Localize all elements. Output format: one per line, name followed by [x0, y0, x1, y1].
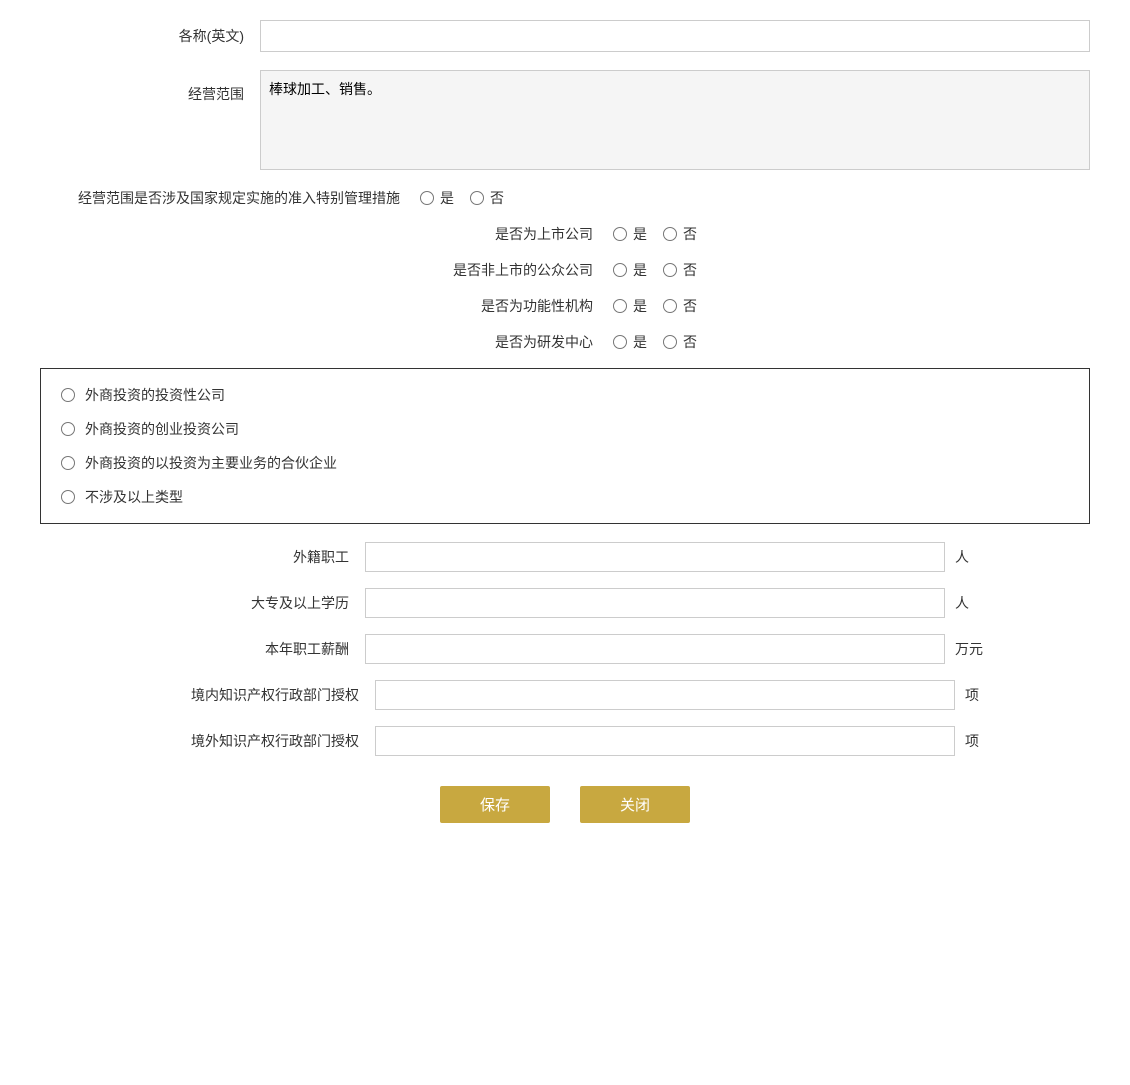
college-above-input[interactable]	[365, 588, 945, 618]
listed-company-yes-label[interactable]: 是	[613, 224, 647, 244]
foreign-employees-label: 外籍职工	[145, 547, 365, 567]
business-scope-textarea[interactable]: 棒球加工、销售。	[260, 70, 1090, 170]
listed-company-yes-radio[interactable]	[613, 227, 627, 241]
name-english-input[interactable]	[260, 20, 1090, 52]
special-management-radio-group: 是 否	[420, 188, 504, 208]
functional-institution-no-label[interactable]: 否	[663, 296, 697, 316]
annual-salary-unit: 万元	[945, 639, 985, 659]
rd-center-row: 是否为研发中心 是 否	[40, 332, 1090, 352]
functional-institution-yes-radio[interactable]	[613, 299, 627, 313]
special-management-yes-radio[interactable]	[420, 191, 434, 205]
listed-company-label: 是否为上市公司	[433, 224, 613, 244]
not-involved-text: 不涉及以上类型	[85, 487, 183, 507]
foreign-employees-unit: 人	[945, 547, 985, 567]
special-management-label: 经营范围是否涉及国家规定实施的准入特别管理措施	[40, 188, 420, 208]
investment-company-option[interactable]: 外商投资的投资性公司	[61, 385, 1069, 405]
not-involved-radio[interactable]	[61, 490, 75, 504]
button-row: 保存 关闭	[40, 786, 1090, 823]
close-button[interactable]: 关闭	[580, 786, 690, 823]
listed-company-no-label[interactable]: 否	[663, 224, 697, 244]
non-listed-public-radio-group: 是 否	[613, 260, 697, 280]
listed-company-yes-text: 是	[633, 224, 647, 244]
listed-company-radio-group: 是 否	[613, 224, 697, 244]
college-above-unit: 人	[945, 593, 985, 613]
foreign-ip-row: 境外知识产权行政部门授权 项	[40, 726, 1090, 756]
rd-center-yes-text: 是	[633, 332, 647, 352]
functional-institution-yes-label[interactable]: 是	[613, 296, 647, 316]
rd-center-yes-radio[interactable]	[613, 335, 627, 349]
annual-salary-input[interactable]	[365, 634, 945, 664]
venture-company-option[interactable]: 外商投资的创业投资公司	[61, 419, 1069, 439]
non-listed-public-no-text: 否	[683, 260, 697, 280]
domestic-ip-input[interactable]	[375, 680, 955, 710]
business-scope-row: 经营范围 棒球加工、销售。	[40, 70, 1090, 170]
non-listed-public-yes-radio[interactable]	[613, 263, 627, 277]
not-involved-option[interactable]: 不涉及以上类型	[61, 487, 1069, 507]
non-listed-public-no-label[interactable]: 否	[663, 260, 697, 280]
investment-company-text: 外商投资的投资性公司	[85, 385, 225, 405]
non-listed-public-yes-text: 是	[633, 260, 647, 280]
non-listed-public-no-radio[interactable]	[663, 263, 677, 277]
foreign-employees-input[interactable]	[365, 542, 945, 572]
foreign-ip-input[interactable]	[375, 726, 955, 756]
listed-company-no-text: 否	[683, 224, 697, 244]
special-management-yes-label[interactable]: 是	[420, 188, 454, 208]
venture-company-radio[interactable]	[61, 422, 75, 436]
domestic-ip-unit: 项	[955, 685, 995, 705]
functional-institution-label: 是否为功能性机构	[433, 296, 613, 316]
non-listed-public-row: 是否非上市的公众公司 是 否	[40, 260, 1090, 280]
rd-center-radio-group: 是 否	[613, 332, 697, 352]
rd-center-no-radio[interactable]	[663, 335, 677, 349]
business-scope-label: 经营范围	[40, 70, 260, 110]
special-management-no-text: 否	[490, 188, 504, 208]
partnership-text: 外商投资的以投资为主要业务的合伙企业	[85, 453, 337, 473]
listed-company-row: 是否为上市公司 是 否	[40, 224, 1090, 244]
domestic-ip-label: 境内知识产权行政部门授权	[135, 685, 375, 705]
foreign-ip-unit: 项	[955, 731, 995, 751]
foreign-employees-row: 外籍职工 人	[40, 542, 1090, 572]
domestic-ip-row: 境内知识产权行政部门授权 项	[40, 680, 1090, 710]
form-container: 各称(英文) 经营范围 棒球加工、销售。 经营范围是否涉及国家规定实施的准入特别…	[40, 20, 1090, 823]
name-english-label: 各称(英文)	[40, 20, 260, 52]
rd-center-yes-label[interactable]: 是	[613, 332, 647, 352]
non-listed-public-label: 是否非上市的公众公司	[433, 260, 613, 280]
special-management-no-radio[interactable]	[470, 191, 484, 205]
name-english-row: 各称(英文)	[40, 20, 1090, 52]
college-above-row: 大专及以上学历 人	[40, 588, 1090, 618]
non-listed-public-yes-label[interactable]: 是	[613, 260, 647, 280]
rd-center-no-text: 否	[683, 332, 697, 352]
functional-institution-no-radio[interactable]	[663, 299, 677, 313]
partnership-radio[interactable]	[61, 456, 75, 470]
foreign-ip-label: 境外知识产权行政部门授权	[135, 731, 375, 751]
venture-company-text: 外商投资的创业投资公司	[85, 419, 239, 439]
rd-center-label: 是否为研发中心	[433, 332, 613, 352]
investment-company-radio[interactable]	[61, 388, 75, 402]
annual-salary-row: 本年职工薪酬 万元	[40, 634, 1090, 664]
functional-institution-no-text: 否	[683, 296, 697, 316]
investment-type-box: 外商投资的投资性公司 外商投资的创业投资公司 外商投资的以投资为主要业务的合伙企…	[40, 368, 1090, 524]
special-management-yes-text: 是	[440, 188, 454, 208]
functional-institution-row: 是否为功能性机构 是 否	[40, 296, 1090, 316]
partnership-option[interactable]: 外商投资的以投资为主要业务的合伙企业	[61, 453, 1069, 473]
listed-company-no-radio[interactable]	[663, 227, 677, 241]
college-above-label: 大专及以上学历	[145, 593, 365, 613]
annual-salary-label: 本年职工薪酬	[145, 639, 365, 659]
functional-institution-radio-group: 是 否	[613, 296, 697, 316]
special-management-row: 经营范围是否涉及国家规定实施的准入特别管理措施 是 否	[40, 188, 1090, 208]
save-button[interactable]: 保存	[440, 786, 550, 823]
special-management-no-label[interactable]: 否	[470, 188, 504, 208]
rd-center-no-label[interactable]: 否	[663, 332, 697, 352]
functional-institution-yes-text: 是	[633, 296, 647, 316]
